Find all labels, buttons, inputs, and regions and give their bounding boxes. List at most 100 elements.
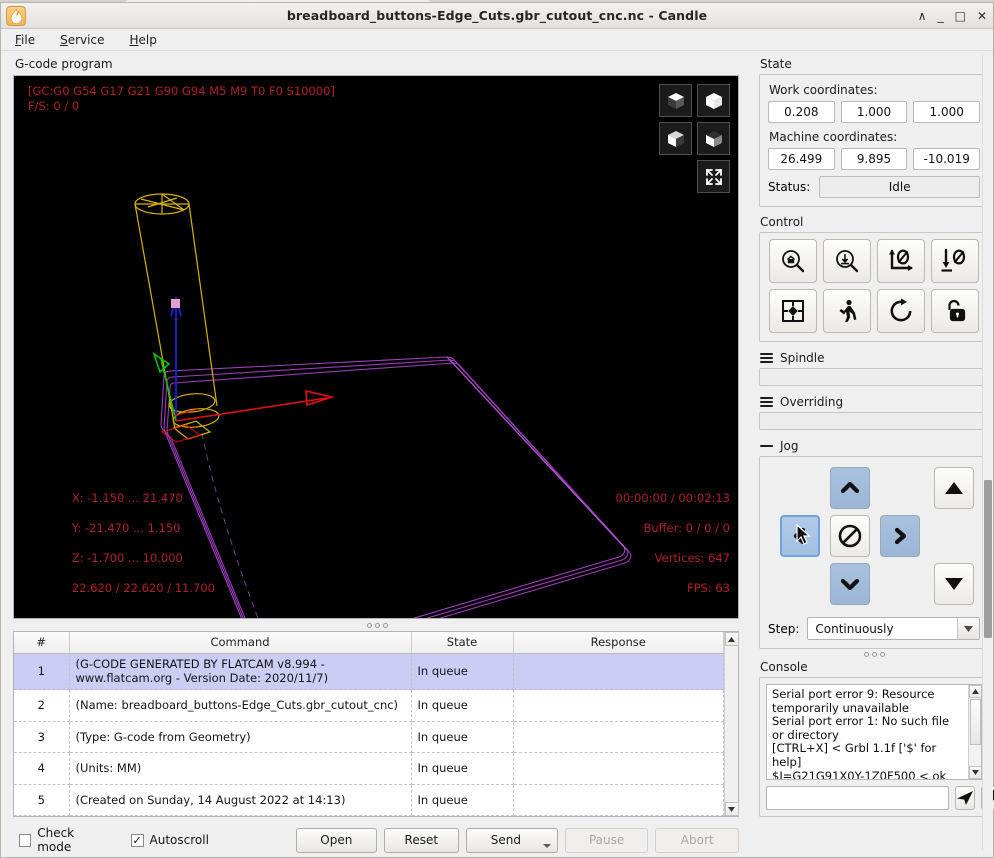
check-mode-box[interactable] (19, 834, 31, 847)
column-header-response[interactable]: Response (513, 632, 724, 653)
reset-button[interactable]: Reset (384, 828, 459, 853)
table-row[interactable]: 1 (G-CODE GENERATED BY FLATCAM v8.994 - … (14, 653, 724, 690)
console-scroll-up-icon[interactable] (969, 685, 982, 698)
jog-collapse-icon[interactable] (760, 445, 773, 447)
isometric-view-4-button[interactable] (697, 122, 730, 155)
home-button[interactable] (769, 239, 817, 283)
reset-button-control[interactable] (877, 289, 925, 333)
jog-section-title[interactable]: Jog (760, 439, 989, 453)
candle-app-icon (6, 6, 26, 26)
console-send-button[interactable] (955, 786, 975, 810)
open-button[interactable]: Open (296, 828, 377, 853)
row-state: In queue (411, 753, 513, 784)
table-header-row: # Command State Response (14, 632, 724, 653)
column-header-command[interactable]: Command (69, 632, 411, 653)
autoscroll-box[interactable]: ✓ (131, 834, 144, 847)
work-coordinate-x[interactable]: 0.208 (768, 101, 835, 123)
jog-z-minus-button[interactable] (934, 563, 974, 605)
step-dropdown-caret-icon[interactable] (957, 618, 979, 639)
jog-step-row: Step: Continuously (768, 617, 980, 640)
spindle-collapse-icon[interactable] (760, 353, 773, 363)
zero-xy-button[interactable] (877, 239, 925, 283)
right-pane-scrollbar[interactable] (982, 55, 993, 850)
safe-position-button[interactable] (769, 289, 817, 333)
viewport-bounds-size: 22.620 / 22.620 / 11.700 (72, 581, 215, 595)
menu-service-rest: ervice (68, 33, 105, 47)
row-state: In queue (411, 784, 513, 816)
window-controls: ∧ _ □ ✕ (918, 3, 987, 29)
gcode-3d-viewport[interactable]: [GC:G0 G54 G17 G21 G90 G94 M5 M9 T0 F0 S… (13, 75, 739, 619)
scroll-up-icon[interactable] (725, 632, 739, 646)
unlock-button[interactable] (931, 289, 979, 333)
work-coordinate-z[interactable]: 1.000 (913, 101, 980, 123)
column-header-num[interactable]: # (14, 632, 69, 653)
app-root: × Photo - Google Photos × + breadboard_b… (0, 0, 994, 858)
isometric-view-2-button[interactable] (697, 84, 730, 117)
menu-help-rest: elp (138, 33, 156, 47)
machine-coordinate-z[interactable]: -10.019 (913, 148, 980, 170)
machine-coordinate-x[interactable]: 26.499 (768, 148, 835, 170)
table-row[interactable]: 2 (Name: breadboard_buttons-Edge_Cuts.gb… (14, 690, 724, 721)
console-output[interactable]: Serial port error 9: Resource temporaril… (766, 684, 982, 780)
menu-help[interactable]: Help (125, 32, 160, 48)
gcode-table-element: # Command State Response 1 (G-CODE GENER… (14, 632, 724, 816)
step-select[interactable]: Continuously (807, 617, 980, 640)
row-response (513, 753, 724, 784)
viewport-status-text: [GC:G0 G54 G17 G21 G90 G94 M5 M9 T0 F0 S… (28, 84, 335, 114)
minimize-window-icon[interactable]: _ (938, 10, 944, 22)
jog-stop-button[interactable] (830, 515, 870, 557)
overriding-collapse-icon[interactable] (760, 397, 773, 407)
menu-file[interactable]: File (11, 32, 39, 48)
console-scroll-thumb[interactable] (970, 699, 981, 745)
table-row[interactable]: 3 (Type: G-code from Geometry) In queue (14, 721, 724, 752)
fit-to-screen-button[interactable] (697, 160, 730, 193)
isometric-view-3-button[interactable] (659, 122, 692, 155)
table-row[interactable]: 5 (Created on Sunday, 14 August 2022 at … (14, 784, 724, 816)
splitter-dot (864, 652, 869, 657)
row-command: (Created on Sunday, 14 August 2022 at 14… (69, 784, 411, 816)
close-window-icon[interactable]: ✕ (977, 10, 987, 22)
autoscroll-checkbox[interactable]: ✓ Autoscroll (131, 833, 209, 847)
send-dropdown-caret-icon[interactable] (543, 844, 551, 848)
machine-coordinates-label: Machine coordinates: (769, 130, 980, 144)
jog-x-minus-button[interactable] (780, 515, 820, 557)
table-row[interactable]: 4 (Units: MM) In queue (14, 753, 724, 784)
row-command: (G-CODE GENERATED BY FLATCAM v8.994 - ww… (69, 653, 411, 690)
console-line: help] (772, 756, 965, 770)
send-button[interactable]: Send (466, 828, 558, 853)
jog-x-plus-button[interactable] (880, 515, 920, 557)
row-state: In queue (411, 653, 513, 690)
gcode-table: # Command State Response 1 (G-CODE GENER… (13, 631, 739, 817)
right-pane-splitter[interactable] (759, 649, 989, 660)
console-scrollbar[interactable] (968, 685, 981, 779)
isometric-view-1-button[interactable] (659, 84, 692, 117)
machine-coordinates-row: 26.499 9.895 -10.019 (768, 148, 980, 170)
restore-origin-button[interactable] (823, 289, 871, 333)
autoscroll-label: Autoscroll (150, 833, 209, 847)
work-coordinate-y[interactable]: 1.000 (841, 101, 908, 123)
column-header-state[interactable]: State (411, 632, 513, 653)
jog-y-minus-button[interactable] (830, 563, 870, 605)
table-scrollbar[interactable] (724, 632, 738, 816)
spindle-section-title[interactable]: Spindle (760, 351, 989, 365)
jog-y-plus-button[interactable] (830, 467, 870, 509)
menu-service[interactable]: Service (56, 32, 108, 48)
probe-button[interactable] (823, 239, 871, 283)
row-number: 1 (14, 653, 69, 690)
machine-coordinate-y[interactable]: 9.895 (841, 148, 908, 170)
console-command-input[interactable] (766, 786, 949, 810)
maximize-window-icon[interactable]: □ (955, 10, 966, 22)
shade-window-icon[interactable]: ∧ (918, 10, 927, 22)
right-pane-scroll-thumb[interactable] (984, 480, 992, 638)
scroll-down-icon[interactable] (725, 802, 739, 816)
menu-file-rest: ile (21, 33, 35, 47)
splitter-dot (872, 652, 877, 657)
window-title: breadboard_buttons-Edge_Cuts.gbr_cutout_… (1, 8, 993, 23)
viewport-table-splitter[interactable] (13, 619, 741, 631)
console-scroll-down-icon[interactable] (969, 766, 982, 779)
splitter-dot (383, 623, 388, 628)
check-mode-checkbox[interactable]: Check mode (19, 826, 107, 854)
jog-z-plus-button[interactable] (934, 467, 974, 509)
zero-z-button[interactable] (931, 239, 979, 283)
overriding-section-title[interactable]: Overriding (760, 395, 989, 409)
